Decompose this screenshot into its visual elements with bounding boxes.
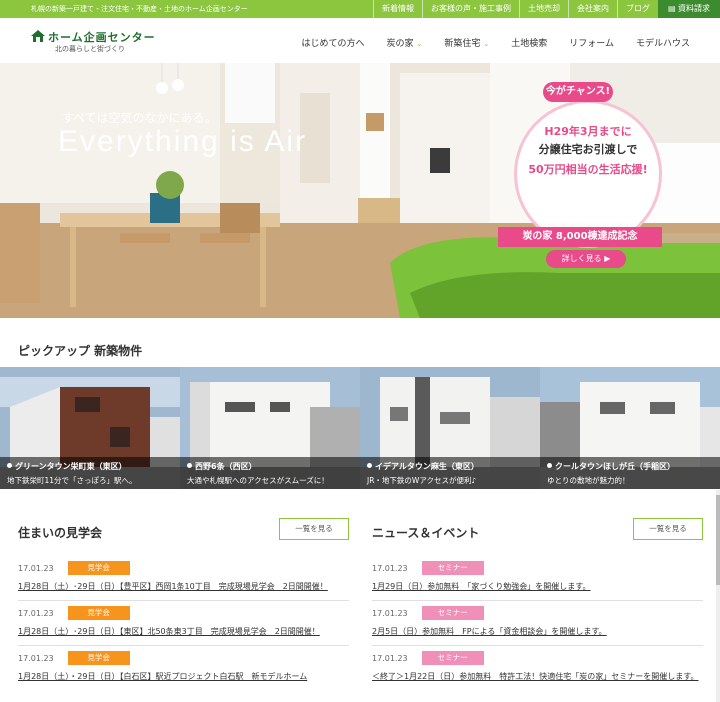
utility-link-blog[interactable]: ブログ xyxy=(617,0,658,18)
item-date: 17.01.23 xyxy=(18,653,54,663)
header: ホーム企画センター 北の暮らしと街づくり はじめての方へ 炭の家 ⌄ 新築住宅 ⌄ … xyxy=(0,18,720,63)
item-date: 17.01.23 xyxy=(18,608,54,618)
pickup-caption: クールタウンほしが丘（手稲区） ゆとりの敷地が魅力的！ xyxy=(540,457,720,489)
item-link[interactable]: 1月28日（土）･29日（日）【東区】北50条東3丁目 完成現場見学会 2日間開… xyxy=(18,624,349,645)
category-tag: セミナー xyxy=(421,606,484,620)
list-item: 17.01.23 セミナー 1月29日（日）参加無料 「家づくり勉強会」を開催しま… xyxy=(372,556,703,601)
pickup-name: クールタウンほしが丘（手稲区） xyxy=(555,462,675,471)
pickup-name: 西野6条（西区） xyxy=(195,462,257,471)
item-date: 17.01.23 xyxy=(372,563,408,573)
list-item: 17.01.23 見学会 1月28日（土）･29日（日）【東区】北50条東3丁目 … xyxy=(18,601,349,646)
news-title: ニュース＆イベント xyxy=(372,526,480,540)
item-date: 17.01.23 xyxy=(18,563,54,573)
hero-title: Everything is Air xyxy=(58,125,308,158)
campaign-line-3: 50万円相当の生活応援! xyxy=(528,163,648,176)
nav-label: モデルハウス xyxy=(635,39,690,49)
pickup-desc: JR・地下鉄のWアクセスが便利♪ xyxy=(367,476,477,485)
document-icon: ▤ xyxy=(667,4,679,13)
site-tagline: 札幌の新築一戸建て・注文住宅・不動産・土地のホーム企画センター xyxy=(31,5,248,13)
request-brochure-label: 資料請求 xyxy=(678,4,711,13)
category-tag: 見学会 xyxy=(67,561,130,575)
bullet-icon xyxy=(547,463,552,468)
item-date: 17.01.23 xyxy=(372,653,408,663)
utility-links: 新着情報 お客様の声・施工事例 土地売却 会社案内 ブログ xyxy=(373,0,658,18)
item-link[interactable]: 2月5日（日）参加無料 FPによる「資金相談会」を開催します。 xyxy=(372,624,703,645)
campaign-badge[interactable]: H29年3月までに 分譲住宅お引渡しで 50万円相当の生活応援! xyxy=(514,100,662,248)
news-list: 17.01.23 セミナー 1月29日（日）参加無料 「家づくり勉強会」を開催しま… xyxy=(372,556,703,690)
category-tag: 見学会 xyxy=(67,606,130,620)
pickup-card[interactable]: イデアルタウン麻生（東区） JR・地下鉄のWアクセスが便利♪ xyxy=(360,367,540,489)
item-link[interactable]: 1月28日（土）･29日（日）【豊平区】西岡1条10丁目 完成現場見学会 2日間… xyxy=(18,579,349,600)
pickup-desc: ゆとりの敷地が魅力的！ xyxy=(547,476,630,485)
pickup-name: イデアルタウン麻生（東区） xyxy=(375,462,479,471)
events-list: 17.01.23 見学会 1月28日（土）･29日（日）【豊平区】西岡1条10丁目… xyxy=(18,556,349,690)
utility-link-voices[interactable]: お客様の声・施工事例 xyxy=(422,0,519,18)
nav-label: 土地検索 xyxy=(511,39,548,49)
item-date: 17.01.23 xyxy=(372,608,408,618)
campaign-badge-heading: 今がチャンス! xyxy=(543,82,613,102)
pickup-name: グリーンタウン栄町東（東区） xyxy=(15,462,127,471)
item-link[interactable]: 1月29日（日）参加無料 「家づくり勉強会」を開催します。 xyxy=(372,579,703,600)
campaign-line-2: 分譲住宅お引渡しで xyxy=(538,143,638,156)
utility-link-news[interactable]: 新着情報 xyxy=(373,0,422,18)
utility-link-company[interactable]: 会社案内 xyxy=(568,0,617,18)
pickup-caption: イデアルタウン麻生（東区） JR・地下鉄のWアクセスが便利♪ xyxy=(360,457,540,489)
campaign-line-1: H29年3月までに xyxy=(544,125,632,138)
category-tag: セミナー xyxy=(421,561,484,575)
news-more-button[interactable]: 一覧を見る xyxy=(633,518,703,540)
bullet-icon xyxy=(187,463,192,468)
pickup-card[interactable]: クールタウンほしが丘（手稲区） ゆとりの敷地が魅力的！ xyxy=(540,367,720,489)
request-brochure-button[interactable]: ▤ 資料請求 xyxy=(658,0,720,18)
nav-model-house[interactable]: モデルハウス xyxy=(636,36,690,49)
item-link[interactable]: 1月28日（土）・29日（日）【白石区】駅近プロジェクト白石駅 新モデルホーム xyxy=(18,669,349,690)
campaign-details-button[interactable]: 詳しく見る ▶ xyxy=(546,250,626,268)
utility-link-land-sale[interactable]: 土地売却 xyxy=(519,0,568,18)
nav-label: リフォーム xyxy=(569,39,614,49)
nav-label: はじめての方へ xyxy=(301,39,365,49)
chevron-right-icon: ▶ xyxy=(604,254,611,263)
category-tag: 見学会 xyxy=(67,651,130,665)
list-item: 17.01.23 セミナー ＜終了＞1月22日（日）参加無料 特許工法！快適住宅「… xyxy=(372,646,703,690)
logo-name: ホーム企画センター xyxy=(48,31,156,44)
list-item: 17.01.23 見学会 1月28日（土）･29日（日）【豊平区】西岡1条10丁目… xyxy=(18,556,349,601)
nav-label: 炭の家 xyxy=(386,39,414,49)
logo-subtitle: 北の暮らしと街づくり xyxy=(55,45,125,53)
chevron-down-icon: ⌄ xyxy=(483,40,490,48)
global-nav: はじめての方へ 炭の家 ⌄ 新築住宅 ⌄ 土地検索 リフォーム モデルハウス xyxy=(301,36,690,49)
nav-new-homes[interactable]: 新築住宅 ⌄ xyxy=(444,36,489,49)
list-item: 17.01.23 見学会 1月28日（土）・29日（日）【白石区】駅近プロジェクト… xyxy=(18,646,349,690)
top-bar: 札幌の新築一戸建て・注文住宅・不動産・土地のホーム企画センター 新着情報 お客様… xyxy=(0,0,720,18)
events-title: 住まいの見学会 xyxy=(18,526,103,540)
pickup-card[interactable]: グリーンタウン栄町東（東区） 地下鉄栄町11分で「さっぽろ」駅へ。 xyxy=(0,367,180,489)
pickup-list: グリーンタウン栄町東（東区） 地下鉄栄町11分で「さっぽろ」駅へ。 西野6条（西… xyxy=(0,367,720,489)
nav-beginners[interactable]: はじめての方へ xyxy=(301,36,364,49)
scrollbar-thumb[interactable] xyxy=(716,495,720,585)
nav-charcoal-house[interactable]: 炭の家 ⌄ xyxy=(386,36,422,49)
campaign-ribbon: 炭の家 8,000棟達成記念 xyxy=(498,227,662,247)
category-tag: セミナー xyxy=(421,651,484,665)
events-more-button[interactable]: 一覧を見る xyxy=(279,518,349,540)
list-item: 17.01.23 セミナー 2月5日（日）参加無料 FPによる「資金相談会」を開催… xyxy=(372,601,703,646)
item-link[interactable]: ＜終了＞1月22日（日）参加無料 特許工法！快適住宅「炭の家」セミナーを開催しま… xyxy=(372,669,703,690)
bullet-icon xyxy=(7,463,12,468)
pickup-section-title: ピックアップ 新築物件 xyxy=(18,344,143,358)
nav-land-search[interactable]: 土地検索 xyxy=(511,36,547,49)
pickup-caption: 西野6条（西区） 大通や札幌駅へのアクセスがスムーズに！ xyxy=(180,457,360,489)
pickup-card[interactable]: 西野6条（西区） 大通や札幌駅へのアクセスがスムーズに！ xyxy=(180,367,360,489)
chevron-down-icon: ⌄ xyxy=(416,40,423,48)
hero-subtitle: すべては空気のなかにある。 xyxy=(62,111,217,125)
pickup-desc: 地下鉄栄町11分で「さっぽろ」駅へ。 xyxy=(7,476,137,485)
campaign-details-label: 詳しく見る xyxy=(561,254,602,263)
house-logo-icon xyxy=(31,30,45,42)
nav-label: 新築住宅 xyxy=(444,39,481,49)
nav-reform[interactable]: リフォーム xyxy=(569,36,614,49)
pickup-caption: グリーンタウン栄町東（東区） 地下鉄栄町11分で「さっぽろ」駅へ。 xyxy=(0,457,180,489)
pickup-desc: 大通や札幌駅へのアクセスがスムーズに！ xyxy=(187,476,329,485)
bullet-icon xyxy=(367,463,372,468)
